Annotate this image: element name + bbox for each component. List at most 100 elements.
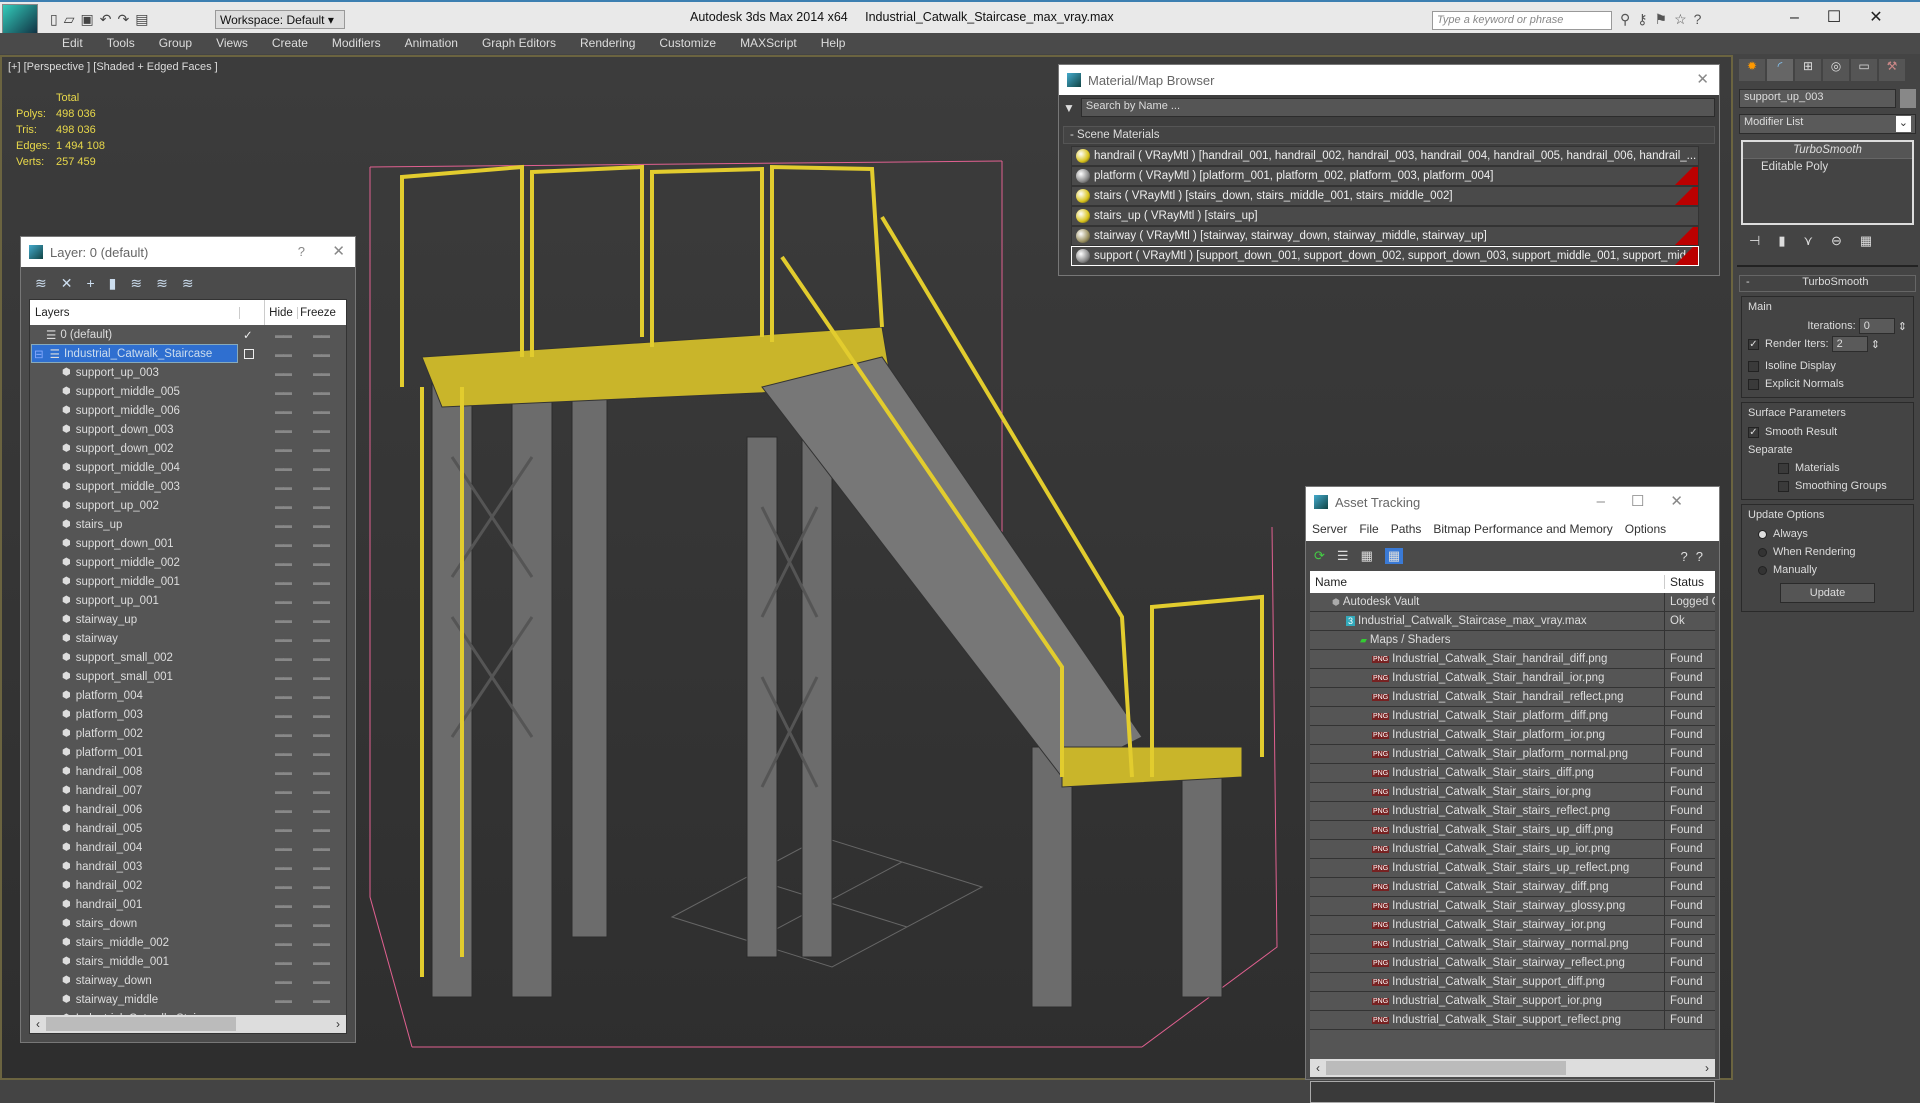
freeze-toggle[interactable]: ▬▬ xyxy=(313,805,330,815)
display-tab-icon[interactable]: ▭ xyxy=(1851,59,1877,81)
layer-row-active[interactable]: ⊟ ☰ Industrial_Catwalk_Staircase ▬▬ ▬▬ xyxy=(30,344,346,363)
stack-item-turbosmooth[interactable]: TurboSmooth xyxy=(1743,142,1912,158)
menu-views[interactable]: Views xyxy=(204,33,260,53)
asset-row-map[interactable]: PNG Industrial_Catwalk_Stair_platform_dif… xyxy=(1310,706,1715,726)
menu-help[interactable]: Help xyxy=(809,33,858,53)
hide-toggle[interactable]: ▬▬ xyxy=(275,729,292,739)
hide-toggle[interactable]: ▬▬ xyxy=(275,520,292,530)
freeze-toggle[interactable]: ▬▬ xyxy=(313,425,330,435)
asset-row-maps-group[interactable]: ▰ Maps / Shaders xyxy=(1310,630,1715,650)
redo-icon[interactable]: ↷ xyxy=(117,11,135,27)
render-iters-checkbox[interactable]: ✓ xyxy=(1748,338,1759,350)
freeze-toggle[interactable]: ▬▬ xyxy=(313,862,330,872)
freeze-toggle[interactable]: ▬▬ xyxy=(313,577,330,587)
render-iters-spinner[interactable]: 2 xyxy=(1831,336,1868,352)
asset-menu-file[interactable]: File xyxy=(1359,522,1378,536)
freeze-toggle[interactable]: ▬▬ xyxy=(313,387,330,397)
menu-animation[interactable]: Animation xyxy=(393,33,470,53)
object-row[interactable]: ⬢ support_down_001 ▬▬ ▬▬ xyxy=(30,534,346,553)
thumbnail-view-icon[interactable]: ▦ xyxy=(1361,548,1373,564)
current-layer-check-icon[interactable]: ✓ xyxy=(243,328,253,342)
asset-row-map[interactable]: PNG Industrial_Catwalk_Stair_platform_nor… xyxy=(1310,744,1715,764)
configure-sets-icon[interactable]: ▦ xyxy=(1860,233,1872,249)
hide-toggle[interactable]: ▬▬ xyxy=(275,615,292,625)
freeze-toggle[interactable]: ▬▬ xyxy=(313,349,330,359)
freeze-toggle[interactable]: ▬▬ xyxy=(313,748,330,758)
freeze-toggle[interactable]: ▬▬ xyxy=(313,786,330,796)
freeze-toggle[interactable]: ▬▬ xyxy=(313,957,330,967)
refresh-icon[interactable]: ⟳ xyxy=(1314,548,1325,564)
hide-toggle[interactable]: ▬▬ xyxy=(275,900,292,910)
freeze-toggle[interactable]: ▬▬ xyxy=(313,520,330,530)
maximize-button[interactable]: ☐ xyxy=(1827,9,1869,26)
hide-toggle[interactable]: ▬▬ xyxy=(275,596,292,606)
column-hide[interactable]: Hide xyxy=(265,306,298,319)
object-row[interactable]: ⬢ support_middle_001 ▬▬ ▬▬ xyxy=(30,572,346,591)
object-row[interactable]: ⬢ stairs_up ▬▬ ▬▬ xyxy=(30,515,346,534)
collapse-icon[interactable]: ⊟ xyxy=(34,347,44,361)
object-row[interactable]: ⬢ handrail_001 ▬▬ ▬▬ xyxy=(30,895,346,914)
object-row[interactable]: ⬢ support_middle_004 ▬▬ ▬▬ xyxy=(30,458,346,477)
asset-row-map[interactable]: PNG Industrial_Catwalk_Stair_support_diff… xyxy=(1310,972,1715,992)
freeze-toggle[interactable]: ▬▬ xyxy=(313,539,330,549)
search-input[interactable]: Type a keyword or phrase xyxy=(1432,11,1612,30)
object-row[interactable]: ⬢ stairs_middle_002 ▬▬ ▬▬ xyxy=(30,933,346,952)
hierarchy-tab-icon[interactable]: ⊞ xyxy=(1795,59,1821,81)
asset-row-map[interactable]: PNG Industrial_Catwalk_Stair_support_refl… xyxy=(1310,1010,1715,1030)
stack-item-editable-poly[interactable]: Editable Poly xyxy=(1743,158,1912,174)
hide-toggle[interactable]: ▬▬ xyxy=(275,786,292,796)
object-row[interactable]: ⬢ handrail_004 ▬▬ ▬▬ xyxy=(30,838,346,857)
path-field[interactable] xyxy=(1310,1081,1715,1103)
freeze-toggle[interactable]: ▬▬ xyxy=(313,976,330,986)
object-row[interactable]: ⬢ support_down_002 ▬▬ ▬▬ xyxy=(30,439,346,458)
asset-row-map[interactable]: PNG Industrial_Catwalk_Stair_stairs_ior.p… xyxy=(1310,782,1715,802)
asset-row-vault[interactable]: ⬢ Autodesk Vault Logged C xyxy=(1310,592,1715,612)
freeze-toggle[interactable]: ▬▬ xyxy=(313,900,330,910)
subscription-icon[interactable]: ⚑ xyxy=(1655,11,1675,27)
menu-maxscript[interactable]: MAXScript xyxy=(728,33,809,53)
freeze-toggle[interactable]: ▬▬ xyxy=(313,710,330,720)
object-row[interactable]: ⬢ stairway_middle ▬▬ ▬▬ xyxy=(30,990,346,1009)
hide-toggle[interactable]: ▬▬ xyxy=(275,634,292,644)
hide-toggle[interactable]: ▬▬ xyxy=(275,406,292,416)
layer-row-default[interactable]: ☰ 0 (default) ✓ ▬▬ ▬▬ xyxy=(30,325,346,344)
object-row[interactable]: ⬢ support_up_001 ▬▬ ▬▬ xyxy=(30,591,346,610)
material-row[interactable]: support ( VRayMtl ) [support_down_001, s… xyxy=(1071,246,1699,266)
object-row[interactable]: ⬢ platform_003 ▬▬ ▬▬ xyxy=(30,705,346,724)
hide-toggle[interactable]: ▬▬ xyxy=(275,995,292,1005)
iterations-spinner[interactable]: 0 xyxy=(1858,318,1895,334)
table-view-icon[interactable]: ▦ xyxy=(1384,548,1404,564)
hide-toggle[interactable]: ▬▬ xyxy=(275,463,292,473)
modifier-list-dropdown[interactable]: Modifier List ⌄ xyxy=(1739,114,1916,134)
freeze-toggle[interactable]: ▬▬ xyxy=(313,995,330,1005)
freeze-toggle[interactable]: ▬▬ xyxy=(313,596,330,606)
undo-icon[interactable]: ↶ xyxy=(100,11,118,27)
project-icon[interactable]: ▤ xyxy=(135,11,154,27)
close-button[interactable]: ✕ xyxy=(1696,70,1709,88)
freeze-toggle[interactable]: ▬▬ xyxy=(313,615,330,625)
menu-rendering[interactable]: Rendering xyxy=(568,33,647,53)
column-status[interactable]: Status xyxy=(1665,575,1715,589)
save-icon[interactable]: ▣ xyxy=(81,11,100,27)
asset-row-map[interactable]: PNG Industrial_Catwalk_Stair_stairs_up_di… xyxy=(1310,820,1715,840)
hide-toggle[interactable]: ▬▬ xyxy=(275,539,292,549)
close-button[interactable]: ✕ xyxy=(1670,493,1709,510)
help-button[interactable]: ? xyxy=(298,244,305,259)
object-row[interactable]: ⬢ stairs_down ▬▬ ▬▬ xyxy=(30,914,346,933)
freeze-toggle[interactable]: ▬▬ xyxy=(313,482,330,492)
hide-toggle[interactable]: ▬▬ xyxy=(275,653,292,663)
asset-row-file[interactable]: 3 Industrial_Catwalk_Staircase_max_vray.m… xyxy=(1310,611,1715,631)
turbosmooth-rollout-header[interactable]: - TurboSmooth xyxy=(1739,275,1916,292)
object-row[interactable]: ⬢ stairs_middle_001 ▬▬ ▬▬ xyxy=(30,952,346,971)
freeze-all-icon[interactable]: ≋ xyxy=(182,275,194,292)
motion-tab-icon[interactable]: ◎ xyxy=(1823,59,1849,81)
material-row[interactable]: stairs ( VRayMtl ) [stairs_down, stairs_… xyxy=(1071,186,1699,206)
new-layer-icon[interactable]: ≋ xyxy=(35,275,47,292)
object-row[interactable]: ⬢ stairway_up ▬▬ ▬▬ xyxy=(30,610,346,629)
freeze-toggle[interactable]: ▬▬ xyxy=(313,767,330,777)
freeze-toggle[interactable]: ▬▬ xyxy=(313,691,330,701)
object-row[interactable]: ⬢ handrail_007 ▬▬ ▬▬ xyxy=(30,781,346,800)
freeze-toggle[interactable]: ▬▬ xyxy=(313,463,330,473)
close-button[interactable]: ✕ xyxy=(332,242,345,260)
hide-toggle[interactable]: ▬▬ xyxy=(275,349,292,359)
